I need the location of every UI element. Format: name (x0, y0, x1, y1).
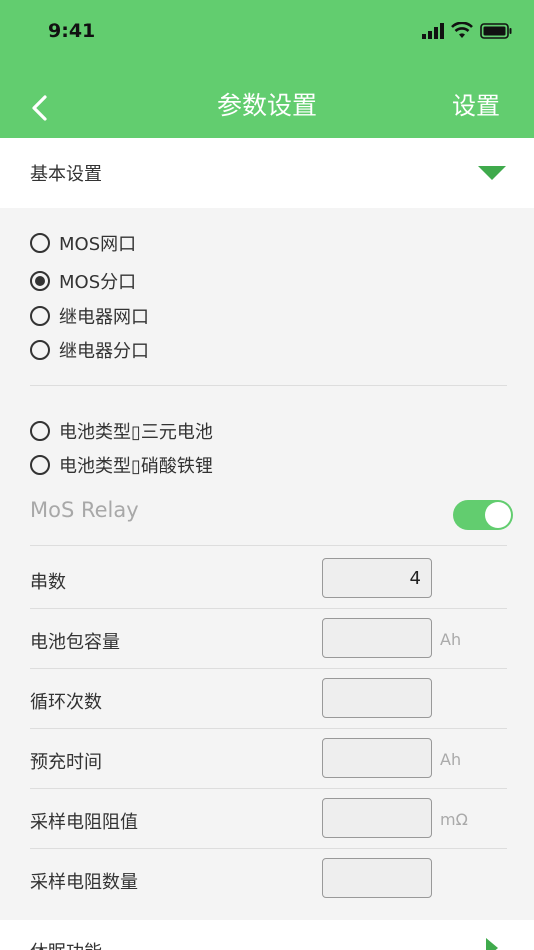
radio-unchecked-icon (30, 306, 50, 326)
divider (30, 385, 507, 386)
radio-option-battery-ternary[interactable]: 电池类型▯三元电池 (30, 417, 213, 445)
field-row-cycle-count: 循环次数 (30, 668, 507, 728)
radio-unchecked-icon (30, 340, 50, 360)
field-row-pack-capacity: 电池包容量 Ah (30, 608, 507, 668)
radio-unchecked-icon (30, 421, 50, 441)
battery-icon (480, 22, 512, 39)
radio-unchecked-icon (30, 455, 50, 475)
expand-right-icon (486, 938, 498, 950)
cellular-signal-icon (422, 22, 444, 39)
field-unit: Ah (440, 630, 462, 649)
radio-label: 电池类型▯硝酸铁锂 (59, 456, 213, 477)
radio-checked-icon (30, 271, 50, 291)
field-row-sampling-resistor-count: 采样电阻数量 (30, 848, 507, 908)
field-row-precharge-time: 预充时间 Ah (30, 728, 507, 788)
radio-label: 继电器分口 (59, 341, 149, 362)
field-label: 电池包容量 (30, 632, 120, 653)
basic-settings-header[interactable]: 基本设置 (0, 138, 534, 208)
app-header: 9:41 参数设置 设置 (0, 0, 534, 138)
sleep-function-header[interactable]: 休眠功能 (0, 920, 534, 950)
settings-button[interactable]: 设置 (452, 86, 500, 121)
sampling-resistance-input[interactable] (322, 798, 432, 838)
radio-label: MOS网口 (59, 234, 137, 255)
cycle-count-input[interactable] (322, 678, 432, 718)
radio-option-mos-net[interactable]: MOS网口 (30, 229, 136, 257)
field-label: 采样电阻阻值 (30, 812, 138, 833)
radio-label: 继电器网口 (59, 307, 149, 328)
toggle-knob (485, 502, 511, 528)
field-unit: mΩ (440, 810, 468, 829)
precharge-time-input[interactable] (322, 738, 432, 778)
sampling-resistor-count-input[interactable] (322, 858, 432, 898)
pack-capacity-input[interactable] (322, 618, 432, 658)
field-label: 采样电阻数量 (30, 872, 138, 893)
radio-option-relay-net[interactable]: 继电器网口 (30, 302, 149, 330)
divider (30, 545, 507, 546)
field-row-sampling-resistance: 采样电阻阻值 mΩ (30, 788, 507, 848)
radio-option-mos-split[interactable]: MOS分口 (30, 267, 136, 295)
radio-label: MOS分口 (59, 272, 137, 293)
wifi-icon (451, 22, 473, 38)
field-label: 串数 (30, 572, 66, 593)
field-unit: Ah (440, 750, 462, 769)
expand-down-icon (478, 166, 506, 180)
radio-label: 电池类型▯三元电池 (59, 422, 213, 443)
field-label: 循环次数 (30, 692, 102, 713)
status-icons (422, 22, 512, 39)
basic-settings-title: 基本设置 (30, 164, 102, 185)
status-time: 9:41 (48, 20, 96, 42)
radio-option-relay-split[interactable]: 继电器分口 (30, 336, 149, 364)
field-label: 预充时间 (30, 752, 102, 773)
field-row-series-count: 串数 (30, 548, 507, 608)
sleep-function-title: 休眠功能 (30, 938, 102, 950)
radio-unchecked-icon (30, 233, 50, 253)
mos-relay-label: MoS Relay (30, 498, 139, 522)
radio-option-battery-lfp[interactable]: 电池类型▯硝酸铁锂 (30, 451, 213, 479)
mos-relay-toggle[interactable] (453, 500, 513, 530)
series-count-input[interactable] (322, 558, 432, 598)
